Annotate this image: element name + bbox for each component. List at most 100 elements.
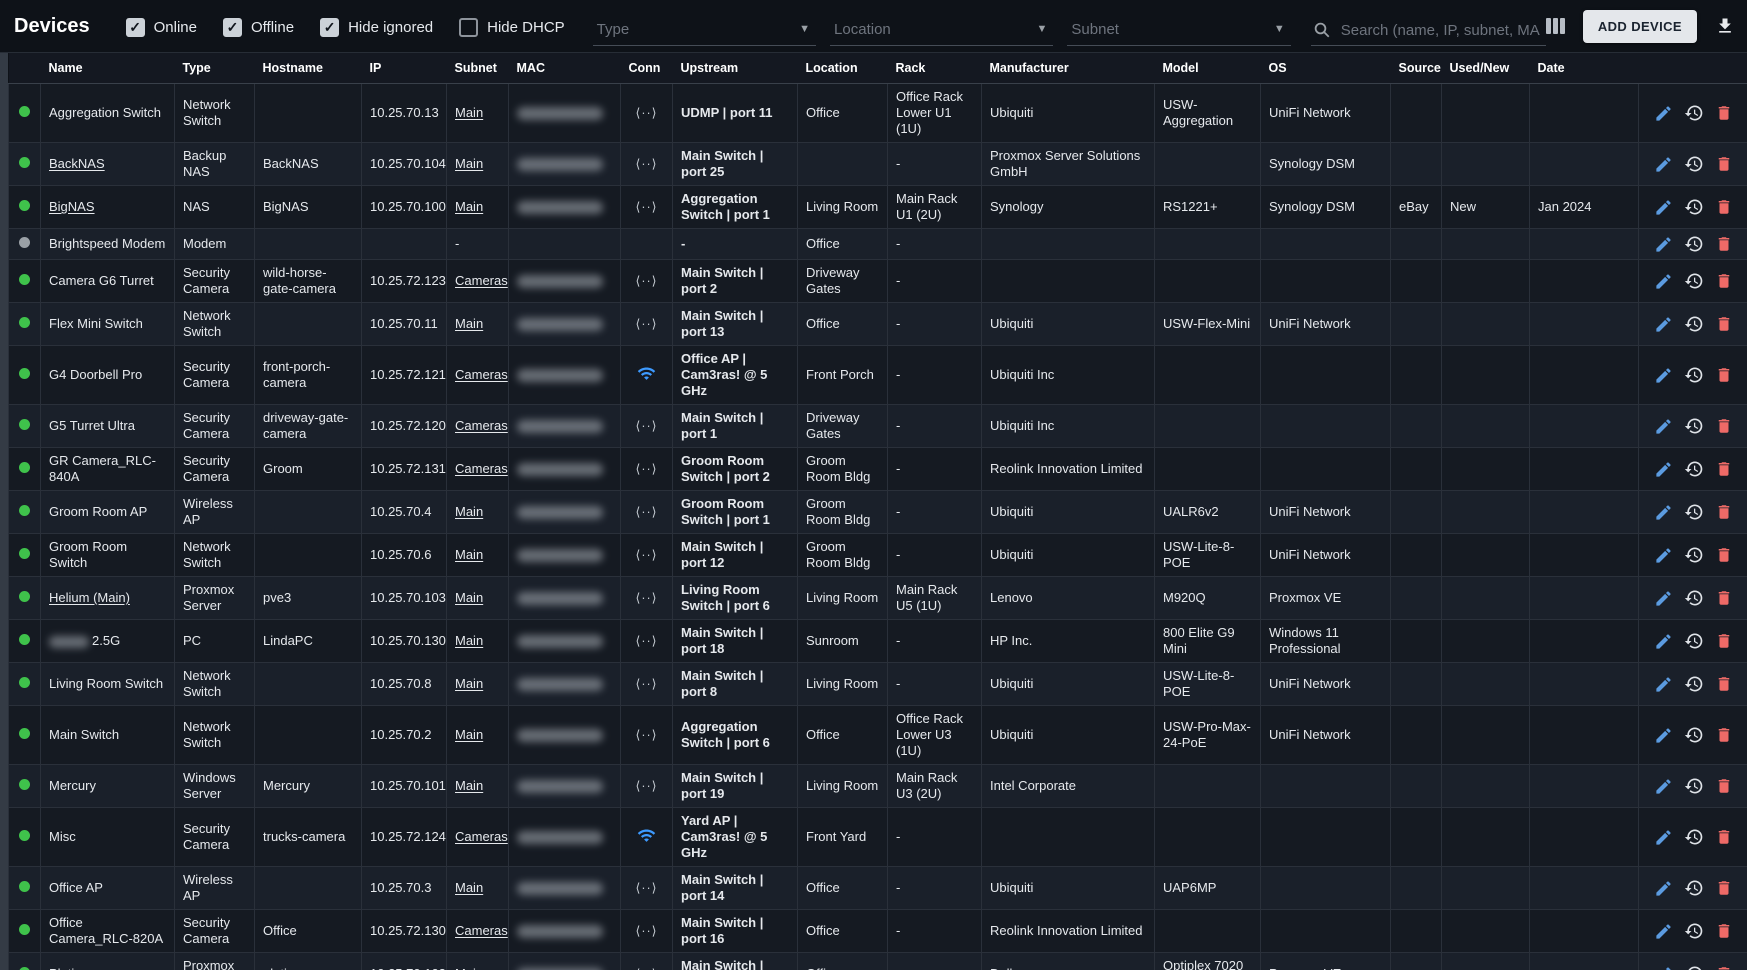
subnet-link[interactable]: Main [455, 316, 483, 331]
edit-button[interactable] [1654, 879, 1673, 898]
column-settings-icon[interactable] [1546, 18, 1565, 34]
edit-button[interactable] [1654, 726, 1673, 745]
subnet-link[interactable]: Main [455, 199, 483, 214]
history-button[interactable] [1684, 154, 1704, 174]
edit-button[interactable] [1654, 235, 1673, 254]
type-filter-dropdown[interactable]: Type ▼ [593, 21, 816, 46]
delete-button[interactable] [1715, 589, 1733, 607]
edit-button[interactable] [1654, 922, 1673, 941]
delete-button[interactable] [1715, 104, 1733, 122]
edit-button[interactable] [1654, 198, 1673, 217]
hide-dhcp-checkbox-box[interactable]: ✓ [459, 18, 478, 37]
delete-button[interactable] [1715, 777, 1733, 795]
subnet-link[interactable]: Main [455, 504, 483, 519]
history-button[interactable] [1684, 502, 1704, 522]
history-button[interactable] [1684, 674, 1704, 694]
history-button[interactable] [1684, 776, 1704, 796]
download-export-button[interactable] [1715, 16, 1735, 36]
edit-button[interactable] [1654, 417, 1673, 436]
subnet-link[interactable]: Cameras [455, 923, 508, 938]
edit-button[interactable] [1654, 675, 1673, 694]
device-name-link[interactable]: BackNAS [49, 156, 105, 171]
edit-button[interactable] [1654, 965, 1673, 970]
device-name-link[interactable]: Platinum [49, 966, 100, 970]
subnet-link[interactable]: Cameras [455, 461, 508, 476]
checkbox-hide-dhcp[interactable]: ✓ Hide DHCP [459, 18, 565, 37]
subnet-link[interactable]: Main [455, 590, 483, 605]
history-button[interactable] [1684, 827, 1704, 847]
subnet-link[interactable]: Cameras [455, 829, 508, 844]
history-button[interactable] [1684, 545, 1704, 565]
delete-button[interactable] [1715, 879, 1733, 897]
delete-button[interactable] [1715, 198, 1733, 216]
history-button[interactable] [1684, 314, 1704, 334]
edit-button[interactable] [1654, 104, 1673, 123]
device-name-link[interactable]: BigNAS [49, 199, 95, 214]
delete-button[interactable] [1715, 366, 1733, 384]
delete-button[interactable] [1715, 546, 1733, 564]
delete-button[interactable] [1715, 675, 1733, 693]
history-button[interactable] [1684, 365, 1704, 385]
subnet-link[interactable]: Cameras [455, 273, 508, 288]
edit-button[interactable] [1654, 315, 1673, 334]
delete-button[interactable] [1715, 315, 1733, 333]
edit-button[interactable] [1654, 155, 1673, 174]
location-filter-dropdown[interactable]: Location ▼ [830, 21, 1053, 46]
subnet-link[interactable]: Main [455, 880, 483, 895]
checkbox-offline[interactable]: ✓ Offline [223, 18, 294, 37]
subnet-link[interactable]: Main [455, 727, 483, 742]
hide-ignored-checkbox-box[interactable]: ✓ [320, 18, 339, 37]
subnet-link[interactable]: Main [455, 547, 483, 562]
history-button[interactable] [1684, 416, 1704, 436]
online-checkbox-box[interactable]: ✓ [126, 18, 145, 37]
upstream-value: Yard AP | Cam3ras! @ 5 GHz [681, 813, 767, 860]
subnet-link[interactable]: Main [455, 105, 483, 120]
history-button[interactable] [1684, 588, 1704, 608]
subnet-link[interactable]: Cameras [455, 418, 508, 433]
history-button[interactable] [1684, 234, 1704, 254]
subnet-link[interactable]: Main [455, 676, 483, 691]
offline-checkbox-box[interactable]: ✓ [223, 18, 242, 37]
edit-button[interactable] [1654, 366, 1673, 385]
delete-button[interactable] [1715, 965, 1733, 970]
subnet-filter-dropdown[interactable]: Subnet ▼ [1067, 21, 1290, 46]
device-name-link[interactable]: Helium (Main) [49, 590, 130, 605]
delete-button[interactable] [1715, 460, 1733, 478]
delete-button[interactable] [1715, 272, 1733, 290]
edit-button[interactable] [1654, 546, 1673, 565]
edit-button[interactable] [1654, 777, 1673, 796]
add-device-button[interactable]: ADD DEVICE [1583, 10, 1697, 43]
delete-button[interactable] [1715, 503, 1733, 521]
edit-button[interactable] [1654, 632, 1673, 651]
delete-button[interactable] [1715, 726, 1733, 744]
delete-button[interactable] [1715, 417, 1733, 435]
edit-button[interactable] [1654, 503, 1673, 522]
history-button[interactable] [1684, 103, 1704, 123]
delete-button[interactable] [1715, 922, 1733, 940]
delete-button[interactable] [1715, 632, 1733, 650]
history-button[interactable] [1684, 964, 1704, 970]
delete-button[interactable] [1715, 235, 1733, 253]
checkbox-hide-ignored[interactable]: ✓ Hide ignored [320, 18, 433, 37]
left-scrollbar[interactable] [0, 53, 8, 970]
edit-button[interactable] [1654, 460, 1673, 479]
subnet-link[interactable]: Main [455, 778, 483, 793]
edit-button[interactable] [1654, 828, 1673, 847]
subnet-link[interactable]: Cameras [455, 367, 508, 382]
history-button[interactable] [1684, 271, 1704, 291]
delete-button[interactable] [1715, 155, 1733, 173]
history-button[interactable] [1684, 921, 1704, 941]
history-button[interactable] [1684, 878, 1704, 898]
history-button[interactable] [1684, 459, 1704, 479]
edit-button[interactable] [1654, 589, 1673, 608]
subnet-link[interactable]: Main [455, 156, 483, 171]
edit-button[interactable] [1654, 272, 1673, 291]
history-button[interactable] [1684, 631, 1704, 651]
search-input[interactable] [1339, 21, 1542, 40]
delete-button[interactable] [1715, 828, 1733, 846]
checkbox-online[interactable]: ✓ Online [126, 18, 197, 37]
history-button[interactable] [1684, 725, 1704, 745]
subnet-link[interactable]: Main [455, 633, 483, 648]
subnet-link[interactable]: Main [455, 966, 483, 970]
history-button[interactable] [1684, 197, 1704, 217]
